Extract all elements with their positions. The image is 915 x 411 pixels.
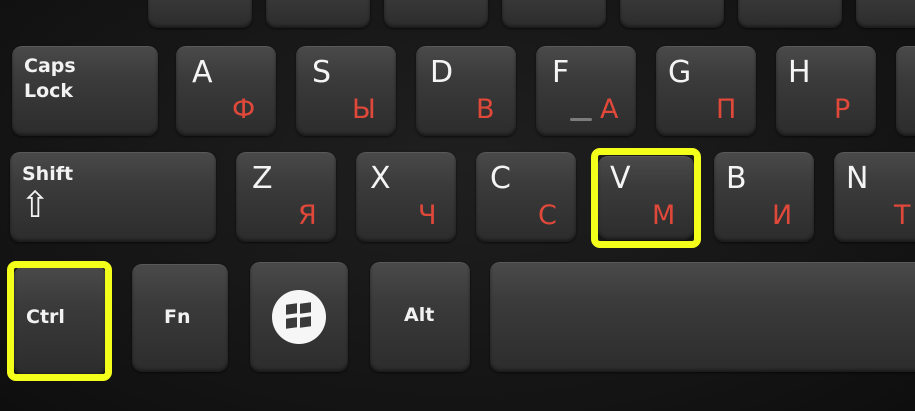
key-c-cyrillic: С [538, 200, 557, 231]
key-shift: Shift ⇧ [10, 152, 216, 242]
key-a: A Ф [176, 46, 276, 136]
key-b-latin: B [726, 161, 747, 196]
key-h-cyrillic: Р [834, 94, 851, 125]
key-w: Ц [266, 0, 370, 28]
key-f: F А [536, 46, 636, 136]
key-n-cyrillic: Т [894, 200, 911, 231]
key-q: Й [148, 0, 252, 28]
ctrl-label: Ctrl [26, 306, 65, 328]
key-f-latin: F [552, 55, 570, 90]
key-caps-lock: Caps Lock [12, 46, 158, 136]
key-s: S Ы [296, 46, 396, 136]
key-y: Н [738, 0, 842, 28]
key-e: У [384, 0, 488, 28]
key-h: H Р [776, 46, 876, 136]
key-v-cyrillic: М [652, 200, 676, 231]
fn-label: Fn [164, 306, 191, 328]
key-f-cyrillic: А [600, 94, 619, 125]
f-key-tactile-bump [570, 118, 592, 121]
key-x-latin: X [370, 161, 391, 196]
alt-label: Alt [404, 304, 435, 326]
key-x: X Ч [356, 152, 456, 242]
key-d-cyrillic: В [476, 94, 495, 125]
key-s-latin: S [312, 55, 332, 90]
key-g-cyrillic: П [716, 94, 737, 125]
keyboard-photo: Й Ц У К Е Н Caps Lock A Ф S Ы D В F А G … [0, 0, 915, 411]
key-h-latin: H [788, 55, 811, 90]
key-v: V М [598, 156, 694, 240]
key-z-latin: Z [252, 161, 273, 196]
key-s-cyrillic: Ы [352, 94, 376, 125]
shift-label: Shift [22, 163, 74, 185]
key-ctrl: Ctrl [14, 266, 106, 376]
key-c-latin: C [490, 161, 511, 196]
key-n: N Т [834, 152, 915, 242]
windows-logo-icon [272, 290, 326, 344]
key-space [490, 262, 915, 372]
shift-arrow-icon: ⇧ [20, 185, 51, 226]
key-t: Е [620, 0, 724, 28]
key-v-latin: V [610, 161, 631, 196]
caps-lock-label-2: Lock [24, 80, 74, 102]
key-windows [250, 262, 348, 372]
key-j [896, 46, 915, 136]
key-a-latin: A [192, 55, 213, 90]
key-a-cyrillic: Ф [232, 94, 256, 125]
key-g: G П [656, 46, 756, 136]
key-d: D В [416, 46, 516, 136]
key-g-latin: G [668, 55, 692, 90]
key-z-cyrillic: Я [298, 200, 317, 231]
key-d-latin: D [430, 55, 454, 90]
key-alt: Alt [370, 262, 470, 372]
key-n-latin: N [846, 161, 869, 196]
key-fn: Fn [132, 264, 228, 372]
key-u [856, 0, 915, 28]
key-c: C С [476, 152, 576, 242]
key-b: B И [714, 152, 814, 242]
key-b-cyrillic: И [772, 200, 793, 231]
caps-lock-label-1: Caps [24, 55, 76, 77]
key-r: К [502, 0, 606, 28]
key-x-cyrillic: Ч [418, 200, 437, 231]
key-z: Z Я [236, 152, 336, 242]
